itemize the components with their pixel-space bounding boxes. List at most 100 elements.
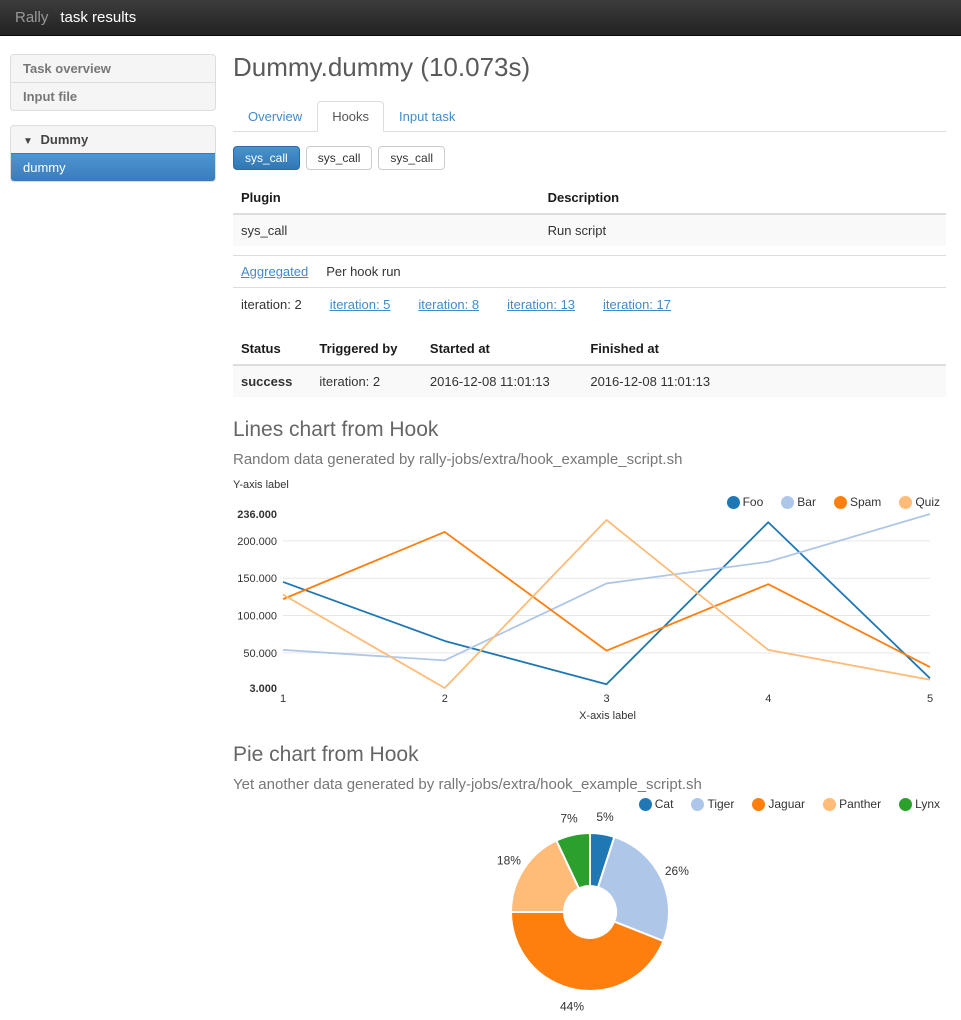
legend-dot-jaguar-icon — [752, 798, 765, 811]
svg-text:44%: 44% — [560, 999, 584, 1013]
lines-chart-subtitle: Random data generated by rally-jobs/extr… — [233, 451, 946, 468]
plugin-table-header-description: Description — [540, 182, 946, 214]
legend-label: Foo — [743, 495, 764, 509]
lines-chart-title: Lines chart from Hook — [233, 418, 946, 442]
tab-overview[interactable]: Overview — [233, 101, 317, 132]
iteration-tab-5[interactable]: iteration: 5 — [330, 297, 391, 312]
legend-label: Tiger — [707, 797, 734, 811]
sidebar-scenario-group: ▼ Dummy dummy — [10, 125, 216, 182]
runs-table: Status Triggered by Started at Finished … — [233, 333, 946, 397]
legend-item-bar[interactable]: Bar — [781, 495, 816, 509]
legend-dot-spam-icon — [834, 496, 847, 509]
legend-dot-lynx-icon — [899, 798, 912, 811]
legend-item-lynx[interactable]: Lynx — [899, 797, 940, 811]
legend-label: Quiz — [915, 495, 940, 509]
legend-dot-foo-icon — [727, 496, 740, 509]
legend-dot-quiz-icon — [899, 496, 912, 509]
svg-text:18%: 18% — [497, 854, 521, 868]
hook-button-2[interactable]: sys_call — [306, 146, 373, 170]
pie-chart-subtitle: Yet another data generated by rally-jobs… — [233, 776, 946, 793]
lines-chart: 3.000 50.000 100.000 150.000 200.000 236.000 1… — [233, 510, 946, 708]
y-axis-label: Y-axis label — [233, 479, 946, 491]
legend-dot-bar-icon — [781, 496, 794, 509]
svg-text:1: 1 — [280, 693, 286, 705]
sidebar-item-input-file[interactable]: Input file — [11, 82, 215, 110]
plugin-cell: sys_call — [233, 214, 540, 246]
legend-item-panther[interactable]: Panther — [823, 797, 881, 811]
hook-buttons-row: sys_call sys_call sys_call — [233, 146, 946, 170]
table-row: success iteration: 2 2016-12-08 11:01:13… — [233, 365, 946, 397]
description-cell: Run script — [540, 214, 946, 246]
pie-chart: 5% 26% 44% 18% 7% — [233, 812, 946, 1020]
plugin-table: Plugin Description sys_call Run script — [233, 182, 946, 246]
collapse-caret-icon: ▼ — [23, 136, 33, 147]
hook-button-3[interactable]: sys_call — [378, 146, 445, 170]
iteration-tab-active[interactable]: iteration: 2 — [241, 297, 302, 312]
sidebar: Task overview Input file ▼ Dummy dummy — [10, 54, 216, 196]
legend-dot-cat-icon — [639, 798, 652, 811]
legend-item-cat[interactable]: Cat — [639, 797, 674, 811]
legend-label: Panther — [839, 797, 881, 811]
iteration-tabs: iteration: 2 iteration: 5 iteration: 8 i… — [233, 288, 946, 321]
page-context-title: task results — [60, 9, 136, 26]
legend-label: Lynx — [915, 797, 940, 811]
triggered-by-cell: iteration: 2 — [311, 365, 422, 397]
svg-text:236.000: 236.000 — [237, 510, 277, 521]
runs-header-triggered-by: Triggered by — [311, 333, 422, 365]
view-mode-tabs: Aggregated Per hook run — [233, 255, 946, 288]
tab-bar: Overview Hooks Input task — [233, 101, 946, 132]
aggregated-tab[interactable]: Aggregated — [241, 264, 308, 279]
legend-item-jaguar[interactable]: Jaguar — [752, 797, 805, 811]
tab-input-task[interactable]: Input task — [384, 101, 470, 132]
legend-label: Cat — [655, 797, 674, 811]
tab-hooks[interactable]: Hooks — [317, 101, 384, 132]
iteration-tab-17[interactable]: iteration: 17 — [603, 297, 671, 312]
svg-text:3.000: 3.000 — [249, 683, 277, 695]
sidebar-item-task-overview[interactable]: Task overview — [11, 55, 215, 82]
legend-item-quiz[interactable]: Quiz — [899, 495, 940, 509]
svg-text:5%: 5% — [596, 812, 614, 824]
navbar: Rally task results — [0, 0, 961, 36]
per-hook-run-tab[interactable]: Per hook run — [326, 264, 400, 279]
started-at-cell: 2016-12-08 11:01:13 — [422, 365, 582, 397]
legend-dot-tiger-icon — [691, 798, 704, 811]
svg-text:200.000: 200.000 — [237, 536, 277, 548]
finished-at-cell: 2016-12-08 11:01:13 — [582, 365, 946, 397]
svg-text:26%: 26% — [665, 864, 689, 878]
svg-text:2: 2 — [442, 693, 448, 705]
runs-header-status: Status — [233, 333, 311, 365]
iteration-tab-13[interactable]: iteration: 13 — [507, 297, 575, 312]
hook-button-1[interactable]: sys_call — [233, 146, 300, 170]
runs-header-started-at: Started at — [422, 333, 582, 365]
main-content: Dummy.dummy (10.073s) Overview Hooks Inp… — [233, 36, 946, 1020]
svg-text:50.000: 50.000 — [243, 648, 277, 660]
status-badge: success — [233, 365, 311, 397]
iteration-tab-8[interactable]: iteration: 8 — [418, 297, 479, 312]
x-axis-label: X-axis label — [233, 710, 946, 722]
lines-chart-legend: Foo Bar Spam Quiz — [233, 494, 946, 510]
sidebar-group-dummy[interactable]: ▼ Dummy — [11, 126, 215, 153]
legend-item-tiger[interactable]: Tiger — [691, 797, 734, 811]
legend-dot-panther-icon — [823, 798, 836, 811]
legend-label: Bar — [797, 495, 816, 509]
table-row: sys_call Run script — [233, 214, 946, 246]
pie-chart-title: Pie chart from Hook — [233, 743, 946, 767]
svg-text:3: 3 — [603, 693, 609, 705]
svg-text:7%: 7% — [560, 812, 578, 825]
legend-label: Jaguar — [768, 797, 805, 811]
svg-text:5: 5 — [927, 693, 933, 705]
svg-text:4: 4 — [765, 693, 771, 705]
sidebar-group-label: Dummy — [41, 132, 89, 147]
pie-chart-legend: Cat Tiger Jaguar Panther Lynx — [233, 796, 946, 812]
legend-item-foo[interactable]: Foo — [727, 495, 764, 509]
legend-label: Spam — [850, 495, 881, 509]
sidebar-item-dummy[interactable]: dummy — [11, 153, 215, 181]
svg-text:150.000: 150.000 — [237, 573, 277, 585]
legend-item-spam[interactable]: Spam — [834, 495, 881, 509]
plugin-table-header-plugin: Plugin — [233, 182, 540, 214]
sidebar-nav-group: Task overview Input file — [10, 54, 216, 111]
page-title: Dummy.dummy (10.073s) — [233, 52, 946, 83]
runs-header-finished-at: Finished at — [582, 333, 946, 365]
svg-text:100.000: 100.000 — [237, 611, 277, 623]
app-brand: Rally — [15, 9, 48, 26]
